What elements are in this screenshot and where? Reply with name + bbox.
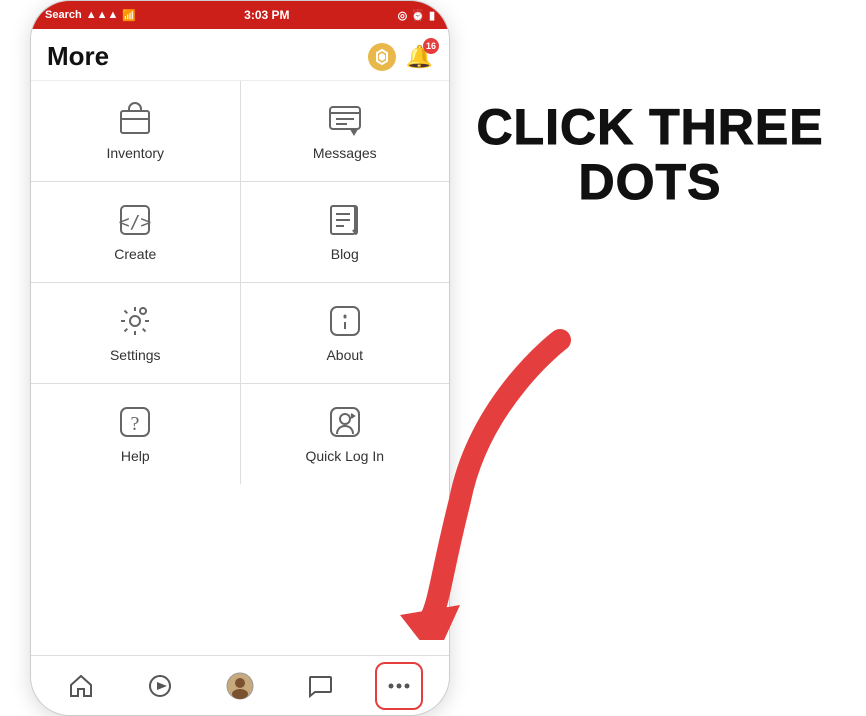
status-bar: Search ▲▲▲ 📶 3:03 PM ◎ ⏰ ▮ — [31, 1, 449, 29]
signal-icon: ▲▲▲ — [86, 9, 119, 21]
help-label: Help — [121, 448, 150, 464]
status-bar-left: Search ▲▲▲ 📶 — [45, 9, 136, 22]
play-icon — [147, 673, 173, 699]
nav-play[interactable] — [136, 662, 184, 710]
messages-icon — [327, 101, 363, 137]
location-icon: ◎ — [398, 9, 408, 22]
robux-icon[interactable] — [368, 43, 396, 71]
status-bar-right: ◎ ⏰ ▮ — [398, 9, 435, 22]
messages-label: Messages — [313, 145, 377, 161]
create-label: Create — [114, 246, 156, 262]
settings-label: Settings — [110, 347, 161, 363]
blog-icon — [327, 202, 363, 238]
menu-item-messages[interactable]: Messages — [241, 81, 450, 181]
annotation-area: CLICK THREE DOTS — [460, 100, 840, 210]
nav-avatar[interactable] — [216, 662, 264, 710]
svg-text:?: ? — [131, 413, 140, 435]
inventory-label: Inventory — [106, 145, 164, 161]
notification-badge: 16 — [423, 38, 439, 54]
create-icon: </> — [117, 202, 153, 238]
help-icon: ? — [117, 404, 153, 440]
notification-bell[interactable]: 🔔 16 — [406, 44, 433, 70]
nav-chat[interactable] — [296, 662, 344, 710]
more-dots-icon — [386, 673, 412, 699]
arrow-svg — [380, 320, 600, 640]
svg-text:</>: </> — [119, 212, 152, 233]
menu-item-inventory[interactable]: Inventory — [31, 81, 240, 181]
menu-item-help[interactable]: ? Help — [31, 384, 240, 484]
chat-icon — [307, 673, 333, 699]
settings-icon — [117, 303, 153, 339]
inventory-icon — [117, 101, 153, 137]
menu-item-settings[interactable]: Settings — [31, 283, 240, 383]
bottom-nav — [31, 655, 449, 715]
menu-item-create[interactable]: </> Create — [31, 182, 240, 282]
about-label: About — [326, 347, 363, 363]
wifi-icon: 📶 — [122, 9, 136, 22]
about-icon — [327, 303, 363, 339]
status-bar-time: 3:03 PM — [244, 8, 289, 22]
battery-icon: ▮ — [429, 9, 435, 22]
header-icons: 🔔 16 — [368, 43, 433, 71]
menu-item-blog[interactable]: Blog — [241, 182, 450, 282]
arrow-indicator — [380, 320, 600, 640]
quicklogin-icon — [327, 404, 363, 440]
annotation-text: CLICK THREE DOTS — [476, 100, 823, 210]
home-icon — [68, 673, 94, 699]
quicklogin-label: Quick Log In — [305, 448, 384, 464]
alarm-icon: ⏰ — [411, 9, 425, 22]
nav-home[interactable] — [57, 662, 105, 710]
app-header: More 🔔 16 — [31, 29, 449, 81]
avatar-icon — [226, 672, 254, 700]
blog-label: Blog — [331, 246, 359, 262]
search-label: Search — [45, 9, 82, 21]
page-title: More — [47, 41, 109, 72]
nav-more[interactable] — [375, 662, 423, 710]
